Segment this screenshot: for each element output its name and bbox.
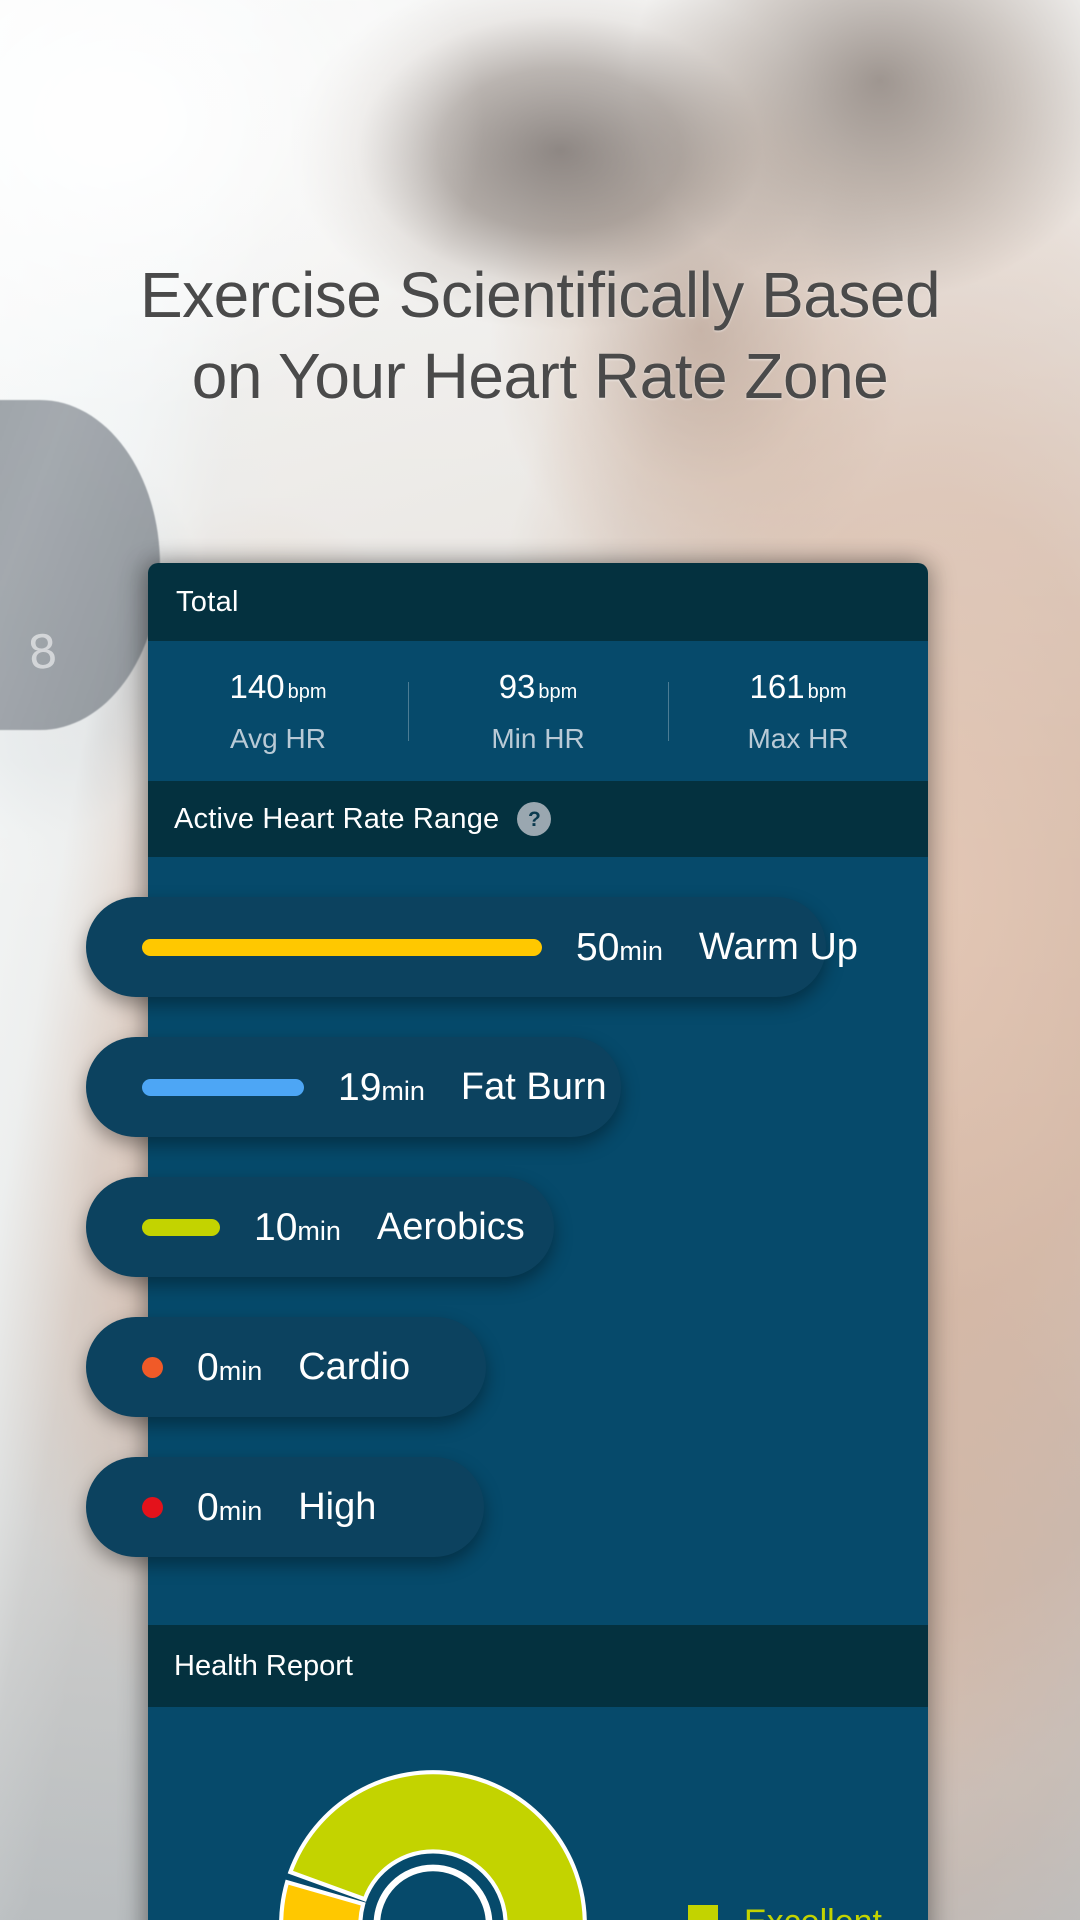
health-report-legend: Excellent <box>688 1905 882 1920</box>
stat-max-hr-number: 161 <box>749 667 805 705</box>
health-report-body: Excellent <box>148 1707 928 1920</box>
zone-duration-unit: min <box>218 1495 263 1526</box>
zone-duration-label: 0min <box>197 1345 263 1389</box>
zone-duration-bar <box>142 1218 220 1236</box>
legend-swatch-excellent <box>688 1905 718 1920</box>
zone-name-label: High <box>298 1486 377 1528</box>
zone-name-label: Fat Burn <box>460 1066 607 1108</box>
zone-duration-label: 0min <box>197 1485 263 1529</box>
zone-pill-aerobics[interactable]: 10min Aerobics <box>86 1177 554 1277</box>
screenshot-root: 8 Exercise Scientifically Based on Your … <box>0 0 1080 1920</box>
zone-duration-bar <box>142 1078 304 1096</box>
stat-min-hr-number: 93 <box>498 667 536 705</box>
legend-label-excellent: Excellent <box>744 1905 882 1920</box>
zone-dot-icon <box>142 1356 163 1378</box>
zone-duration-unit: min <box>619 935 663 966</box>
zone-name-label: Cardio <box>298 1346 411 1388</box>
stat-min-hr-value: 93 bpm <box>408 670 668 703</box>
zone-pill-warm-up[interactable]: 50min Warm Up <box>86 897 858 997</box>
zone-duration-label: 50min <box>576 925 663 969</box>
zone-duration-unit: min <box>297 1215 341 1246</box>
health-report-donut-chart <box>268 1759 598 1920</box>
app-preview-card: Total 140 bpm Avg HR 93 bpm Min HR 161 bpm … <box>86 563 928 1920</box>
hr-stats-row: 140 bpm Avg HR 93 bpm Min HR 161 bpm Max HR <box>148 641 928 781</box>
stat-min-hr-unit: bpm <box>538 680 578 703</box>
zone-pill-cardio[interactable]: 0min Cardio <box>86 1317 486 1417</box>
zone-row: 50min Warm Up <box>86 897 928 1009</box>
zone-duration-unit: min <box>218 1355 263 1386</box>
zone-name-label: Aerobics <box>376 1206 525 1248</box>
heart-rate-zone-list: 50min Warm Up 19min Fat Burn 10min Aerobics 0m… <box>86 857 928 1625</box>
stat-max-hr-unit: bpm <box>807 680 847 703</box>
stat-avg-hr-caption: Avg HR <box>230 722 326 754</box>
stat-max-hr: 161 bpm Max HR <box>668 670 928 753</box>
question-mark-icon[interactable]: ? <box>517 802 552 836</box>
zone-pill-fat-burn[interactable]: 19min Fat Burn <box>86 1037 621 1137</box>
zone-duration-label: 19min <box>338 1065 425 1109</box>
donut-inner-ring <box>373 1864 493 1920</box>
total-label: Total <box>176 585 239 618</box>
stat-min-hr: 93 bpm Min HR <box>408 670 668 753</box>
zone-duration-label: 10min <box>254 1205 341 1249</box>
zone-row: 0min Cardio <box>86 1317 928 1429</box>
active-hr-range-title: Active Heart Rate Range <box>174 802 500 835</box>
donut-svg <box>279 1770 587 1920</box>
zone-row: 10min Aerobics <box>86 1177 928 1289</box>
stat-min-hr-caption: Min HR <box>491 722 585 754</box>
zone-pill-high[interactable]: 0min High <box>86 1457 484 1557</box>
zone-duration-bar <box>142 938 542 956</box>
stat-max-hr-caption: Max HR <box>747 722 849 754</box>
zone-duration-unit: min <box>381 1075 425 1106</box>
stat-avg-hr-number: 140 <box>229 667 285 705</box>
zone-name-label: Warm Up <box>698 926 858 968</box>
zone-row: 0min High <box>86 1457 928 1569</box>
stat-avg-hr-value: 140 bpm <box>148 670 408 703</box>
zone-row: 19min Fat Burn <box>86 1037 928 1149</box>
stat-max-hr-value: 161 bpm <box>668 670 928 703</box>
zone-dot-icon <box>142 1496 163 1518</box>
headline-line-1: Exercise Scientifically Based <box>139 259 941 331</box>
total-header: Total <box>148 563 928 641</box>
stat-avg-hr: 140 bpm Avg HR <box>148 670 408 753</box>
health-report-header: Health Report <box>148 1625 928 1707</box>
health-report-title: Health Report <box>174 1649 353 1682</box>
stat-avg-hr-unit: bpm <box>287 680 327 703</box>
active-hr-range-header: Active Heart Rate Range ? <box>148 781 928 857</box>
dumbbell-weight-label: 8 <box>25 623 59 681</box>
headline-line-2: on Your Heart Rate Zone <box>191 340 889 413</box>
page-title: Exercise Scientifically Based on Your He… <box>0 259 1080 413</box>
